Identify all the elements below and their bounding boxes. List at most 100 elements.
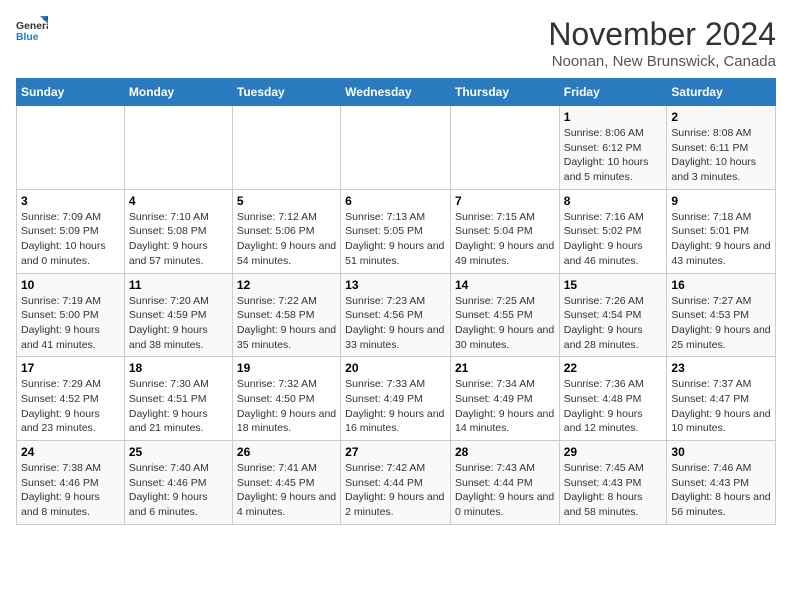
day-info: Sunrise: 7:42 AM Sunset: 4:44 PM Dayligh… — [345, 461, 446, 520]
day-number: 6 — [345, 194, 446, 208]
calendar-cell — [341, 106, 451, 190]
day-number: 17 — [21, 361, 120, 375]
calendar-cell: 18 Sunrise: 7:30 AM Sunset: 4:51 PM Dayli… — [124, 357, 232, 441]
day-info: Sunrise: 7:45 AM Sunset: 4:43 PM Dayligh… — [564, 461, 663, 520]
day-info: Sunrise: 7:23 AM Sunset: 4:56 PM Dayligh… — [345, 294, 446, 353]
day-number: 2 — [671, 110, 771, 124]
calendar-cell: 11 Sunrise: 7:20 AM Sunset: 4:59 PM Dayli… — [124, 273, 232, 357]
day-info: Sunrise: 7:32 AM Sunset: 4:50 PM Dayligh… — [237, 377, 336, 436]
calendar-cell: 19Sunrise: 7:32 AM Sunset: 4:50 PM Dayli… — [232, 357, 340, 441]
day-info: Sunrise: 7:37 AM Sunset: 4:47 PM Dayligh… — [671, 377, 771, 436]
calendar-cell: 4 Sunrise: 7:10 AM Sunset: 5:08 PM Daylig… — [124, 189, 232, 273]
day-info: Sunrise: 7:25 AM Sunset: 4:55 PM Dayligh… — [455, 294, 555, 353]
day-info: Sunrise: 7:19 AM Sunset: 5:00 PM Dayligh… — [21, 294, 120, 353]
calendar-cell: 14 Sunrise: 7:25 AM Sunset: 4:55 PM Dayli… — [450, 273, 559, 357]
page-header: General Blue November 2024 Noonan, New B… — [16, 16, 776, 70]
location-title: Noonan, New Brunswick, Canada — [548, 53, 776, 70]
calendar-cell: 12 Sunrise: 7:22 AM Sunset: 4:58 PM Dayli… — [232, 273, 340, 357]
day-info: Sunrise: 7:26 AM Sunset: 4:54 PM Dayligh… — [564, 294, 663, 353]
weekday-header-cell: Thursday — [450, 79, 559, 106]
calendar-cell: 6 Sunrise: 7:13 AM Sunset: 5:05 PM Daylig… — [341, 189, 451, 273]
day-number: 22 — [564, 361, 663, 375]
calendar-cell: 16 Sunrise: 7:27 AM Sunset: 4:53 PM Dayli… — [667, 273, 776, 357]
calendar-week-row: 24 Sunrise: 7:38 AM Sunset: 4:46 PM Dayli… — [17, 441, 776, 525]
day-info: Sunrise: 7:41 AM Sunset: 4:45 PM Dayligh… — [237, 461, 336, 520]
calendar-cell: 22 Sunrise: 7:36 AM Sunset: 4:48 PM Dayli… — [559, 357, 667, 441]
day-info: Sunrise: 7:36 AM Sunset: 4:48 PM Dayligh… — [564, 377, 663, 436]
calendar-cell: 29 Sunrise: 7:45 AM Sunset: 4:43 PM Dayli… — [559, 441, 667, 525]
day-number: 30 — [671, 445, 771, 459]
day-number: 29 — [564, 445, 663, 459]
weekday-header-cell: Monday — [124, 79, 232, 106]
day-number: 18 — [129, 361, 228, 375]
day-number: 12 — [237, 278, 336, 292]
day-number: 10 — [21, 278, 120, 292]
day-number: 21 — [455, 361, 555, 375]
day-info: Sunrise: 7:09 AM Sunset: 5:09 PM Dayligh… — [21, 210, 120, 269]
calendar-cell: 13Sunrise: 7:23 AM Sunset: 4:56 PM Dayli… — [341, 273, 451, 357]
calendar-week-row: 3 Sunrise: 7:09 AM Sunset: 5:09 PM Daylig… — [17, 189, 776, 273]
calendar-cell: 3 Sunrise: 7:09 AM Sunset: 5:09 PM Daylig… — [17, 189, 125, 273]
weekday-header-cell: Friday — [559, 79, 667, 106]
day-number: 3 — [21, 194, 120, 208]
logo: General Blue — [16, 16, 48, 44]
calendar-cell: 26 Sunrise: 7:41 AM Sunset: 4:45 PM Dayli… — [232, 441, 340, 525]
day-number: 15 — [564, 278, 663, 292]
day-info: Sunrise: 7:40 AM Sunset: 4:46 PM Dayligh… — [129, 461, 228, 520]
day-info: Sunrise: 7:13 AM Sunset: 5:05 PM Dayligh… — [345, 210, 446, 269]
calendar-cell: 7 Sunrise: 7:15 AM Sunset: 5:04 PM Daylig… — [450, 189, 559, 273]
day-info: Sunrise: 7:33 AM Sunset: 4:49 PM Dayligh… — [345, 377, 446, 436]
calendar-week-row: 1Sunrise: 8:06 AM Sunset: 6:12 PM Daylig… — [17, 106, 776, 190]
calendar-table: SundayMondayTuesdayWednesdayThursdayFrid… — [16, 78, 776, 525]
day-number: 14 — [455, 278, 555, 292]
calendar-cell: 25 Sunrise: 7:40 AM Sunset: 4:46 PM Dayli… — [124, 441, 232, 525]
day-number: 20 — [345, 361, 446, 375]
svg-text:Blue: Blue — [16, 32, 39, 43]
weekday-header-cell: Saturday — [667, 79, 776, 106]
day-number: 7 — [455, 194, 555, 208]
logo-icon: General Blue — [16, 16, 48, 44]
day-info: Sunrise: 7:22 AM Sunset: 4:58 PM Dayligh… — [237, 294, 336, 353]
calendar-cell: 30Sunrise: 7:46 AM Sunset: 4:43 PM Dayli… — [667, 441, 776, 525]
day-number: 28 — [455, 445, 555, 459]
calendar-cell — [232, 106, 340, 190]
day-number: 25 — [129, 445, 228, 459]
weekday-header-cell: Wednesday — [341, 79, 451, 106]
calendar-cell: 23 Sunrise: 7:37 AM Sunset: 4:47 PM Dayli… — [667, 357, 776, 441]
day-number: 23 — [671, 361, 771, 375]
calendar-body: 1Sunrise: 8:06 AM Sunset: 6:12 PM Daylig… — [17, 106, 776, 525]
day-number: 16 — [671, 278, 771, 292]
calendar-cell — [124, 106, 232, 190]
calendar-cell: 5Sunrise: 7:12 AM Sunset: 5:06 PM Daylig… — [232, 189, 340, 273]
day-info: Sunrise: 7:12 AM Sunset: 5:06 PM Dayligh… — [237, 210, 336, 269]
day-info: Sunrise: 7:16 AM Sunset: 5:02 PM Dayligh… — [564, 210, 663, 269]
day-info: Sunrise: 7:20 AM Sunset: 4:59 PM Dayligh… — [129, 294, 228, 353]
day-number: 11 — [129, 278, 228, 292]
calendar-cell: 28Sunrise: 7:43 AM Sunset: 4:44 PM Dayli… — [450, 441, 559, 525]
calendar-cell: 17Sunrise: 7:29 AM Sunset: 4:52 PM Dayli… — [17, 357, 125, 441]
calendar-cell: 21 Sunrise: 7:34 AM Sunset: 4:49 PM Dayli… — [450, 357, 559, 441]
day-number: 27 — [345, 445, 446, 459]
day-number: 24 — [21, 445, 120, 459]
day-info: Sunrise: 7:27 AM Sunset: 4:53 PM Dayligh… — [671, 294, 771, 353]
calendar-cell: 1Sunrise: 8:06 AM Sunset: 6:12 PM Daylig… — [559, 106, 667, 190]
day-number: 9 — [671, 194, 771, 208]
title-area: November 2024 Noonan, New Brunswick, Can… — [548, 16, 776, 70]
calendar-cell: 15 Sunrise: 7:26 AM Sunset: 4:54 PM Dayli… — [559, 273, 667, 357]
weekday-header-row: SundayMondayTuesdayWednesdayThursdayFrid… — [17, 79, 776, 106]
day-info: Sunrise: 7:15 AM Sunset: 5:04 PM Dayligh… — [455, 210, 555, 269]
day-info: Sunrise: 7:38 AM Sunset: 4:46 PM Dayligh… — [21, 461, 120, 520]
calendar-cell: 20 Sunrise: 7:33 AM Sunset: 4:49 PM Dayli… — [341, 357, 451, 441]
day-info: Sunrise: 8:06 AM Sunset: 6:12 PM Dayligh… — [564, 126, 663, 185]
calendar-cell: 10 Sunrise: 7:19 AM Sunset: 5:00 PM Dayli… — [17, 273, 125, 357]
day-info: Sunrise: 7:30 AM Sunset: 4:51 PM Dayligh… — [129, 377, 228, 436]
day-info: Sunrise: 8:08 AM Sunset: 6:11 PM Dayligh… — [671, 126, 771, 185]
svg-text:General: General — [16, 21, 48, 32]
calendar-cell: 9Sunrise: 7:18 AM Sunset: 5:01 PM Daylig… — [667, 189, 776, 273]
day-info: Sunrise: 7:34 AM Sunset: 4:49 PM Dayligh… — [455, 377, 555, 436]
day-number: 26 — [237, 445, 336, 459]
day-info: Sunrise: 7:10 AM Sunset: 5:08 PM Dayligh… — [129, 210, 228, 269]
day-number: 4 — [129, 194, 228, 208]
calendar-cell — [17, 106, 125, 190]
weekday-header-cell: Tuesday — [232, 79, 340, 106]
